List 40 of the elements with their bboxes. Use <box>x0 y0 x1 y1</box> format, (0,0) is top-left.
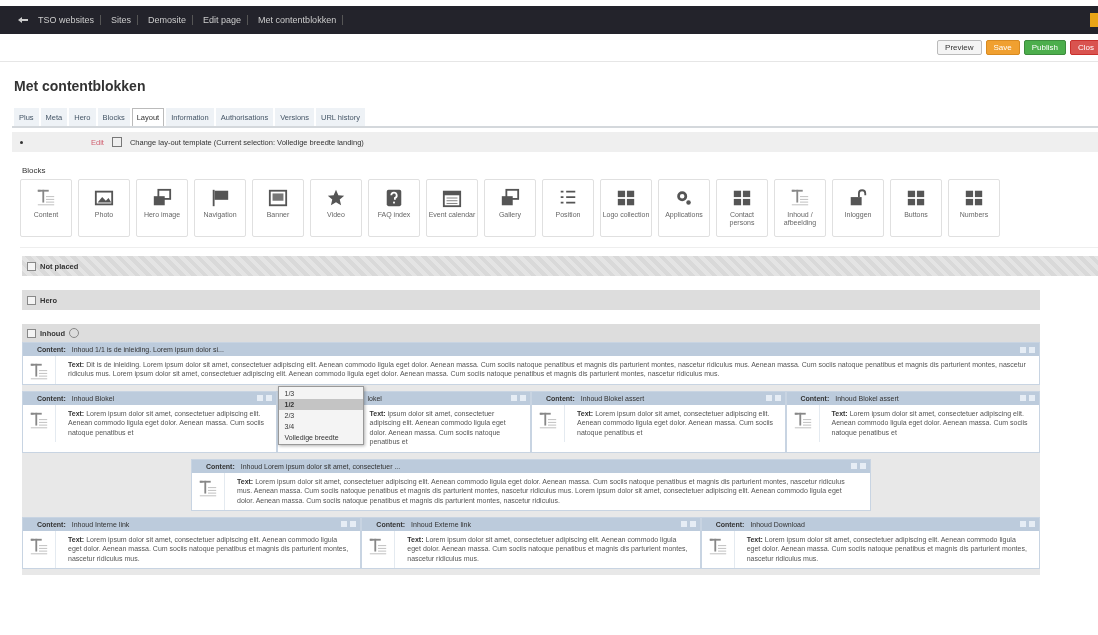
text-icon <box>792 410 813 431</box>
breadcrumb-link[interactable]: Demosite <box>142 15 194 25</box>
grid-icon <box>906 188 926 208</box>
text-icon <box>198 478 218 499</box>
picture-icon <box>268 188 288 208</box>
checkbox-icon <box>27 261 36 271</box>
image-icon <box>94 188 114 208</box>
text-icon <box>707 536 728 557</box>
grid-icon <box>732 188 752 208</box>
images-icon <box>152 188 172 208</box>
breadcrumb-link[interactable]: Edit page <box>197 15 249 25</box>
text-icon <box>36 188 56 208</box>
question-icon <box>384 188 404 208</box>
checkbox-icon <box>27 328 36 338</box>
breadcrumb-link[interactable]: Met contentblokken <box>252 15 344 25</box>
calendar-icon <box>442 188 462 208</box>
text-icon <box>538 410 558 431</box>
action-button[interactable]: Preview <box>937 40 982 55</box>
grid-icon <box>616 188 636 208</box>
star-icon <box>326 188 346 208</box>
bullet-icon <box>20 140 23 144</box>
arrow-icon <box>18 17 28 23</box>
breadcrumb-link[interactable]: TSO websites <box>32 15 102 25</box>
square-icon[interactable] <box>1090 13 1098 27</box>
text-icon <box>790 188 810 208</box>
blocks-label: Blocks <box>22 166 47 175</box>
text-icon <box>29 536 49 557</box>
checkbox-icon <box>27 295 36 305</box>
text-icon <box>368 536 389 557</box>
gear-icon <box>674 188 694 208</box>
text-icon <box>29 362 49 382</box>
flag-icon <box>210 188 230 208</box>
action-button[interactable]: Clos <box>1070 40 1098 55</box>
grid-icon <box>964 188 984 208</box>
breadcrumb-link[interactable]: Sites <box>105 15 139 25</box>
page-title: Met contentblokken <box>14 78 147 94</box>
template-icon <box>111 137 122 147</box>
images-icon <box>500 188 520 208</box>
padlock-icon <box>848 188 868 208</box>
text-icon <box>29 410 49 431</box>
